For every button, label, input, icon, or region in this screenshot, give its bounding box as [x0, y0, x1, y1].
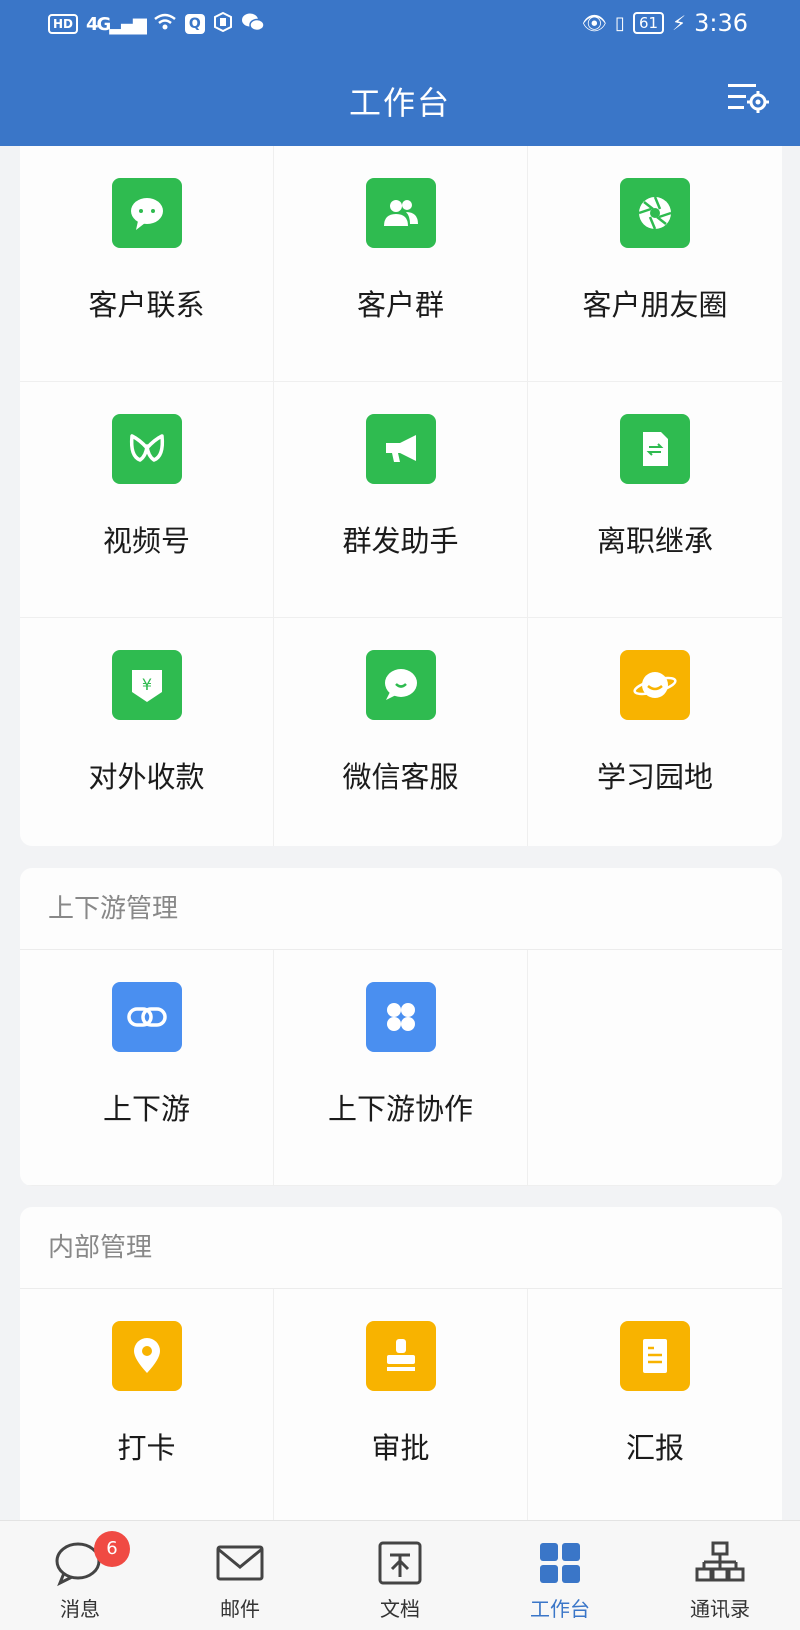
transfer-doc-icon: [620, 414, 690, 484]
group-users-icon: [365, 178, 436, 248]
app-upstream-downstream[interactable]: 上下游: [20, 950, 274, 1186]
nav-label: 邮件: [220, 1597, 260, 1621]
nav-label: 通讯录: [690, 1597, 750, 1621]
app-channels[interactable]: 视频号: [20, 382, 274, 618]
app-label: 对外收款: [88, 760, 205, 794]
location-pin-icon: [111, 1321, 182, 1391]
app-customer-group[interactable]: 客户群: [274, 146, 528, 382]
chat-bubble-icon: [111, 178, 182, 248]
mail-icon: [216, 1545, 264, 1581]
chain-link-icon: [111, 982, 182, 1052]
app-label: 群发助手: [342, 524, 459, 558]
nav-workbench[interactable]: 工作台: [480, 1521, 640, 1630]
charging-icon: ⚡: [672, 11, 687, 35]
app-label: 视频号: [102, 524, 190, 558]
app-report[interactable]: 汇报: [528, 1289, 782, 1525]
app-label: 汇报: [625, 1431, 684, 1465]
app-wechat-service[interactable]: 微信客服: [274, 618, 528, 846]
top-bar: HD 4G▂▄▆ Q 👁 ▯ 61 ⚡ 3:36 工作台: [0, 0, 800, 146]
four-dots-icon: [365, 982, 436, 1052]
yuan-shield-icon: ¥: [111, 650, 182, 720]
app-upstream-collaboration[interactable]: 上下游协作: [274, 950, 528, 1186]
planet-icon: [620, 650, 690, 720]
wechat-app-icon: [241, 12, 265, 36]
section-title: 内部管理: [20, 1207, 782, 1289]
upstream-downstream-card: 上下游管理 上下游 上下游协作: [20, 868, 782, 1186]
app-external-payment[interactable]: ¥ 对外收款: [20, 618, 274, 846]
app-customer-contact[interactable]: 客户联系: [20, 146, 274, 382]
page-title: 工作台: [348, 84, 451, 122]
org-chart-icon: [695, 1541, 745, 1582]
vibrate-icon: ▯: [615, 12, 625, 34]
search-app-icon: Q: [184, 14, 205, 34]
app-label: 打卡: [117, 1431, 176, 1465]
nav-label: 工作台: [530, 1597, 590, 1621]
megaphone-icon: [365, 414, 436, 484]
app-label: 客户朋友圈: [582, 288, 728, 322]
app-label: 离职继承: [596, 524, 713, 558]
unread-badge: 6: [94, 1531, 130, 1567]
report-doc-icon: [620, 1321, 690, 1391]
bottom-nav: 6 消息 邮件 文档 工作台 通讯录: [0, 1520, 800, 1630]
settings-button[interactable]: [726, 80, 770, 116]
status-bar: HD 4G▂▄▆ Q 👁 ▯ 61 ⚡ 3:36: [0, 0, 800, 46]
nav-mail[interactable]: 邮件: [160, 1521, 320, 1630]
internal-management-card: 内部管理 打卡 审批 汇报: [20, 1207, 782, 1547]
signal-icon: 4G▂▄▆: [86, 13, 147, 35]
eye-comfort-icon: 👁: [581, 11, 608, 35]
app-resignation-inherit[interactable]: 离职继承: [528, 382, 782, 618]
app-check-in[interactable]: 打卡: [20, 1289, 274, 1525]
clock: 3:36: [694, 9, 748, 37]
app-approval[interactable]: 审批: [274, 1289, 528, 1525]
nav-label: 文档: [380, 1597, 420, 1621]
app-mass-message[interactable]: 群发助手: [274, 382, 528, 618]
app-label: 上下游: [102, 1092, 190, 1126]
butterfly-icon: [111, 414, 182, 484]
battery-indicator: 61: [632, 12, 665, 34]
svg-text:¥: ¥: [141, 675, 151, 694]
nav-messages[interactable]: 6 消息: [0, 1521, 160, 1630]
app-label: 上下游协作: [327, 1092, 473, 1126]
hd-indicator: HD: [48, 14, 79, 34]
app-customer-moments[interactable]: 客户朋友圈: [528, 146, 782, 382]
app-label: 客户群: [356, 288, 444, 322]
app-label: 客户联系: [88, 288, 205, 322]
app-label: 微信客服: [342, 760, 459, 794]
nav-contacts[interactable]: 通讯录: [640, 1521, 800, 1630]
apps-card: 客户联系 客户群 客户朋友圈 视频号 群发助手 离职继承 ¥ 对外收款 微信客服…: [20, 146, 782, 846]
wifi-icon: [153, 13, 177, 35]
nav-label: 消息: [60, 1597, 100, 1621]
app-label: 审批: [371, 1431, 430, 1465]
document-icon: [378, 1541, 422, 1585]
aperture-icon: [620, 178, 690, 248]
section-title: 上下游管理: [20, 868, 782, 950]
empty-cell: [528, 950, 782, 1186]
list-settings-icon: [728, 84, 769, 113]
app-label: 学习园地: [596, 760, 713, 794]
hand-app-icon: [213, 11, 233, 36]
nav-documents[interactable]: 文档: [320, 1521, 480, 1630]
workbench-grid-icon: [540, 1543, 580, 1583]
smile-bubble-icon: [365, 650, 436, 720]
app-learning-garden[interactable]: 学习园地: [528, 618, 782, 846]
stamp-icon: [365, 1321, 436, 1391]
